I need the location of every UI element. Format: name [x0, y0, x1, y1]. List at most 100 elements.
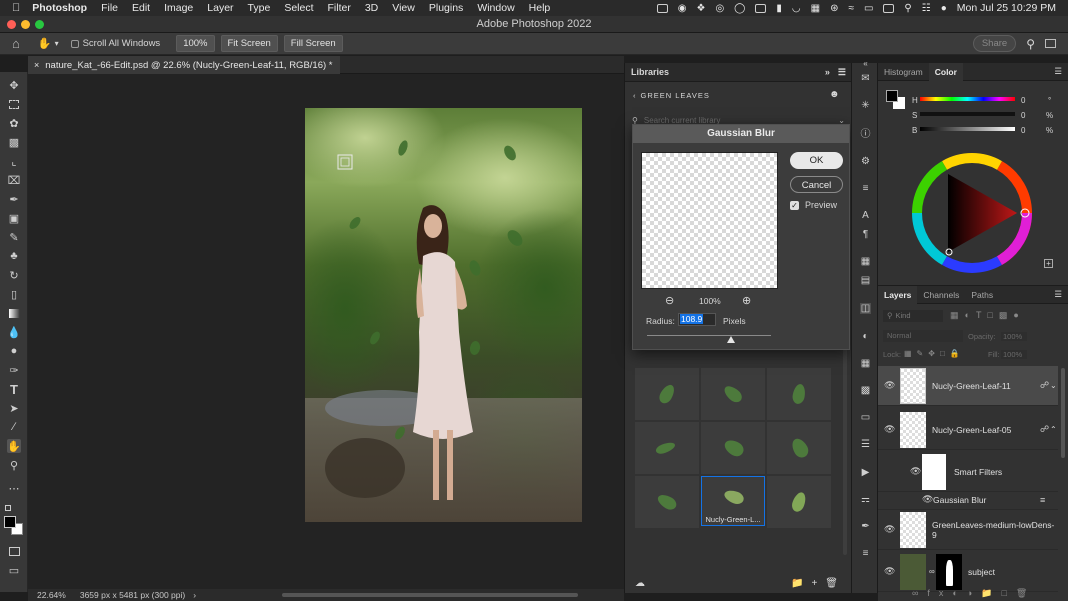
layer-row[interactable]: 👁 GreenLeaves-medium-lowDens-9 [878, 510, 1058, 550]
channels-icon[interactable]: ☰ [860, 439, 871, 450]
more-tools-icon[interactable]: ⋯ [7, 481, 21, 495]
expand-chevron-icon[interactable]: ⌄ [1050, 381, 1057, 390]
properties-icon[interactable]: ≡ [860, 183, 871, 194]
grammarly-icon[interactable]: ◯ [734, 3, 745, 14]
hand-tool-icon[interactable]: ✋ [7, 439, 21, 453]
expand-panels-icon[interactable]: « [860, 58, 871, 69]
navigator-icon[interactable]: ✳ [860, 100, 871, 111]
foreground-swatch[interactable] [886, 90, 898, 102]
visibility-eye-icon[interactable]: 👁 [910, 466, 921, 477]
panel-menu-icon[interactable]: ☰ [838, 67, 846, 78]
fit-screen-button[interactable]: Fit Screen [220, 35, 278, 52]
menu-layer[interactable]: Layer [207, 2, 233, 14]
layer-row[interactable]: 👁 Nucly-Green-Leaf-05 ☍ ⌃ [878, 410, 1058, 450]
close-tab-icon[interactable]: × [34, 60, 39, 70]
hand-tool-preset-icon[interactable]: ✋ [38, 37, 52, 50]
menu-view[interactable]: View [392, 2, 415, 14]
info-icon[interactable]: ⓘ [860, 127, 871, 140]
menu-help[interactable]: Help [529, 2, 551, 14]
menu-type[interactable]: Type [248, 2, 271, 14]
layers-scrollbar[interactable] [1061, 368, 1065, 458]
paragraph-icon[interactable]: ¶ [860, 229, 871, 240]
gradient-tool-icon[interactable] [7, 306, 21, 320]
close-window-button[interactable] [7, 20, 16, 29]
document-image[interactable] [305, 108, 582, 522]
library-item[interactable] [635, 422, 699, 474]
s-value[interactable]: 0 [1021, 111, 1025, 120]
visibility-eye-icon[interactable]: 👁 [884, 524, 895, 535]
panel-menu-icon[interactable]: ☰ [1054, 289, 1062, 300]
status-zoom[interactable]: 22.64% [37, 590, 66, 600]
brushes-icon[interactable]: ✒ [860, 521, 871, 532]
apple-menu-icon[interactable]:  [12, 2, 20, 14]
h-slider[interactable] [920, 97, 1015, 101]
type-tool-icon[interactable]: T [7, 382, 21, 397]
wifi-icon[interactable]: ≈ [848, 3, 854, 14]
pen-tool-icon[interactable]: ✑ [7, 363, 21, 377]
quick-mask-icon[interactable] [7, 544, 21, 558]
library-breadcrumb[interactable]: ‹ GREEN LEAVES [633, 91, 710, 100]
object-selection-tool-icon[interactable]: ▩ [7, 135, 21, 149]
b-slider[interactable] [920, 127, 1015, 131]
collapse-panel-icon[interactable]: » [825, 67, 830, 77]
notes-icon[interactable]: ▤ [860, 275, 871, 286]
trash-icon[interactable]: 🗑 [825, 578, 838, 589]
libraries-icon[interactable]: ◫ [860, 303, 871, 314]
library-item[interactable] [701, 422, 765, 474]
folder-icon[interactable]: 📁 [791, 578, 803, 589]
brush-tool-icon[interactable]: ✎ [7, 230, 21, 244]
path-selection-tool-icon[interactable]: ➤ [7, 401, 21, 415]
layer-name[interactable]: Smart Filters [954, 467, 1002, 477]
tool-presets-icon[interactable]: ≡ [860, 548, 871, 559]
menu-window[interactable]: Window [477, 2, 514, 14]
minimize-window-button[interactable] [21, 20, 30, 29]
library-item-selected[interactable]: Nucly-Green-L... [701, 476, 765, 526]
line-tool-icon[interactable]: ∕ [7, 420, 21, 434]
glyphs-icon[interactable]: ▦ [860, 256, 871, 267]
filter-effect-row[interactable]: 👁 Gaussian Blur ≡ [878, 490, 1058, 510]
history-brush-tool-icon[interactable]: ↻ [7, 268, 21, 282]
fill-screen-button[interactable]: Fill Screen [283, 35, 343, 52]
preview-checkbox[interactable]: ✓ [790, 200, 799, 210]
dodge-tool-icon[interactable]: ● [7, 344, 21, 358]
libraries-title[interactable]: Libraries [631, 67, 669, 77]
layer-row[interactable]: 👁 ∞ subject [878, 552, 1058, 592]
tab-layers[interactable]: Layers [878, 285, 918, 304]
visibility-eye-icon[interactable]: 👁 [884, 566, 895, 577]
blur-preview-window[interactable] [641, 152, 778, 289]
clone-stamp-tool-icon[interactable]: ♣ [7, 249, 21, 263]
layer-name[interactable]: GreenLeaves-medium-lowDens-9 [932, 520, 1058, 540]
layer-filter-kind[interactable]: ⚲ Kind [883, 310, 943, 322]
zoom-100-button[interactable]: 100% [176, 35, 215, 52]
control-center-icon[interactable]: ☷ [922, 3, 931, 14]
preview-toggle[interactable]: ✓ Preview [790, 200, 837, 210]
chevron-down-icon[interactable]: ▾ [55, 39, 59, 48]
bookmark-icon[interactable]: ▮ [776, 3, 782, 14]
zoom-window-button[interactable] [35, 20, 44, 29]
frame-tool-icon[interactable]: ⌧ [7, 173, 21, 187]
radius-slider-thumb[interactable] [727, 336, 736, 343]
history-icon[interactable]: ⚎ [860, 494, 871, 505]
tab-color[interactable]: Color [928, 62, 963, 81]
actions-play-icon[interactable]: ▶ [860, 467, 871, 478]
add-icon[interactable]: + [811, 578, 817, 589]
blend-mode-select[interactable]: Normal [883, 330, 963, 342]
screen-record-icon[interactable] [656, 3, 668, 13]
filter-name[interactable]: Gaussian Blur [933, 495, 986, 505]
radius-slider-track[interactable] [647, 335, 771, 336]
cloud-icon[interactable]: ☁ [635, 578, 645, 589]
zoom-tool-icon[interactable]: ⚲ [7, 458, 21, 472]
lock-icons[interactable]: ▦✎✥□🔒 [904, 349, 965, 358]
ok-button[interactable]: OK [790, 152, 843, 169]
visibility-eye-icon[interactable]: 👁 [884, 424, 895, 435]
character-icon[interactable]: A [860, 210, 871, 221]
horizontal-scrollbar[interactable] [282, 593, 578, 597]
screen-mode-icon[interactable]: ▭ [7, 563, 21, 577]
layer-name[interactable]: Nucly-Green-Leaf-05 [932, 425, 1011, 435]
filter-options-icon[interactable]: ≡ [1040, 495, 1045, 505]
menu-image[interactable]: Image [164, 2, 193, 14]
library-item[interactable] [767, 422, 831, 474]
airplay-icon[interactable] [755, 3, 767, 13]
battery-icon[interactable]: ▭ [864, 3, 873, 14]
zoom-out-icon[interactable]: ⊖ [665, 294, 674, 307]
